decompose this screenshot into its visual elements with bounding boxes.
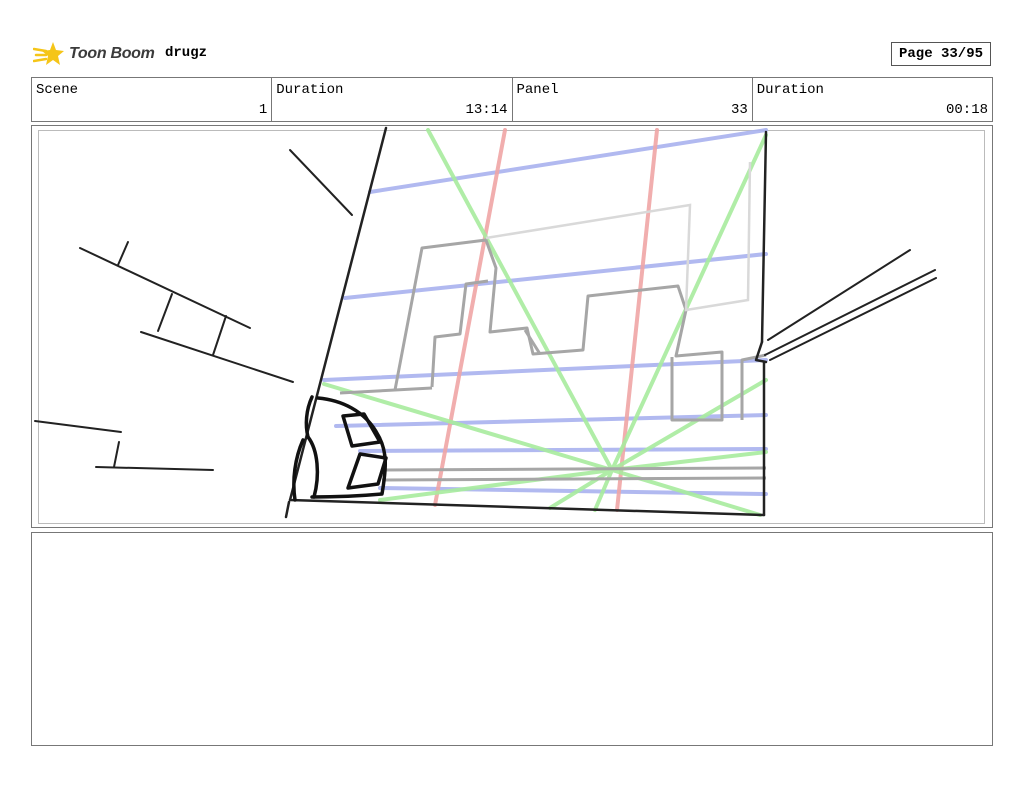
red-guide-lines <box>433 128 659 512</box>
faint-building-sketch <box>485 161 752 312</box>
car-sketch <box>292 395 388 502</box>
panel-notes-area <box>31 532 993 746</box>
blue-guide-lines <box>322 128 768 496</box>
